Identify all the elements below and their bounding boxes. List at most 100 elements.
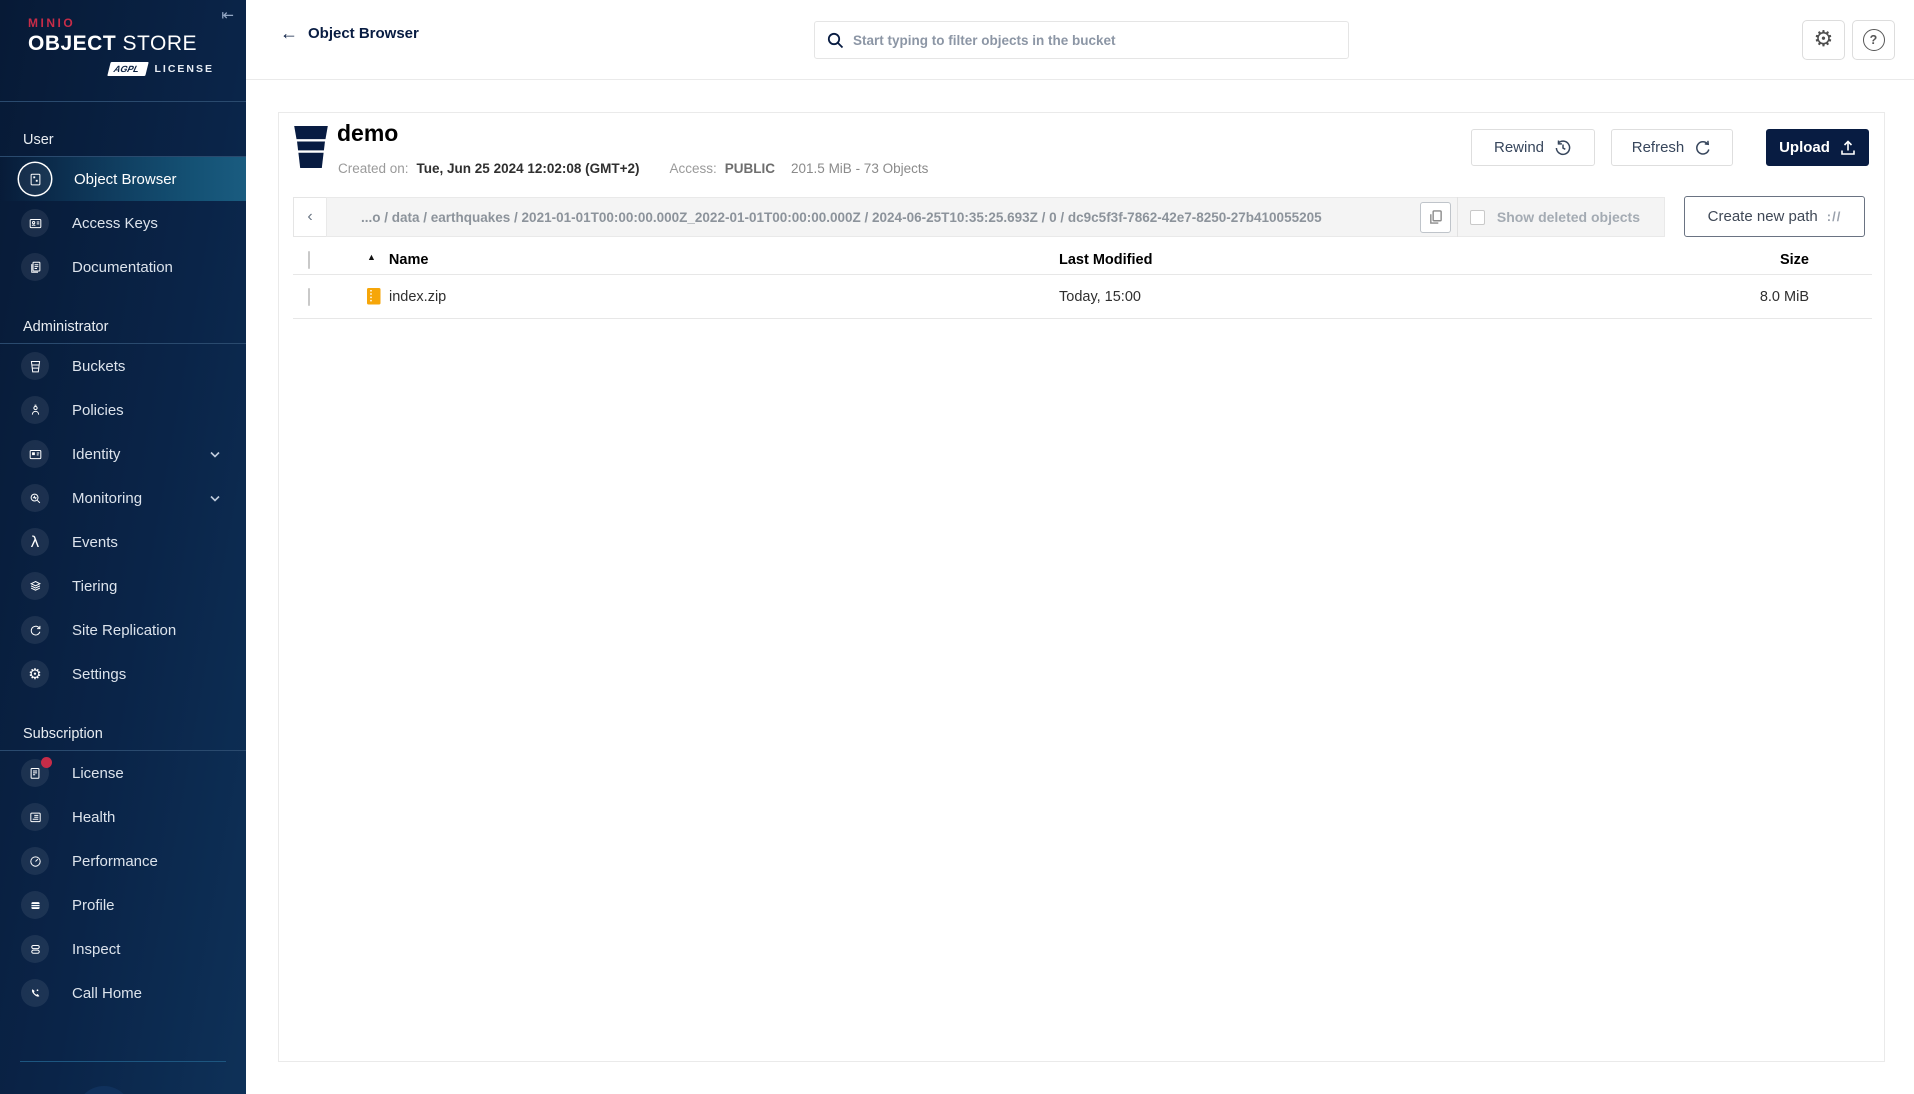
brand-minio: MINIO xyxy=(28,16,76,30)
object-name[interactable]: index.zip xyxy=(389,289,446,305)
create-new-path-button[interactable]: Create new path :// xyxy=(1684,196,1865,237)
sidebar-item-label: Events xyxy=(72,533,118,551)
sidebar-bottom-icon[interactable] xyxy=(76,1086,132,1094)
sidebar-item-access-keys[interactable]: Access Keys xyxy=(0,201,246,245)
chevron-down-icon xyxy=(210,495,220,502)
sidebar-item-documentation[interactable]: Documentation xyxy=(0,245,246,289)
objects-table: ▲ Name Last Modified Size index.zip Toda… xyxy=(293,246,1872,319)
sidebar-item-monitoring[interactable]: Monitoring xyxy=(0,476,246,520)
sidebar-item-object-browser[interactable]: Object Browser xyxy=(0,157,246,201)
sidebar-item-site-replication[interactable]: Site Replication xyxy=(0,608,246,652)
sidebar-item-events[interactable]: λ Events xyxy=(0,520,246,564)
refresh-button[interactable]: Refresh xyxy=(1611,129,1733,166)
sidebar-item-label: License xyxy=(72,764,124,782)
bucket-usage: 201.5 MiB - 73 Objects xyxy=(791,161,929,176)
help-icon: ? xyxy=(1862,29,1885,51)
upload-icon xyxy=(1841,139,1855,155)
breadcrumb: ...o / data / earthquakes / 2021-01-01T0… xyxy=(326,197,1665,237)
gear-icon: ⚙ xyxy=(21,660,49,688)
sidebar-item-settings[interactable]: ⚙ Settings xyxy=(0,652,246,696)
object-browser-icon xyxy=(19,163,51,195)
product-name: OBJECT STORE xyxy=(28,32,197,55)
sidebar-item-health[interactable]: Health xyxy=(0,795,246,839)
sidebar-item-label: Settings xyxy=(72,665,127,683)
sidebar-item-label: Inspect xyxy=(72,940,121,958)
refresh-icon xyxy=(1696,140,1710,155)
back-arrow-icon[interactable]: ← xyxy=(280,23,298,44)
search-icon xyxy=(827,32,844,48)
sidebar-item-performance[interactable]: Performance xyxy=(0,839,246,883)
license-badge: AGPL LICENSE xyxy=(107,62,214,76)
select-all-checkbox[interactable] xyxy=(308,251,310,269)
gear-icon: ⚙ xyxy=(1813,27,1834,52)
buckets-icon xyxy=(21,352,49,380)
sidebar-item-license[interactable]: License xyxy=(0,751,246,795)
bucket-meta: Created on: Tue, Jun 25 2024 12:02:08 (G… xyxy=(338,161,928,176)
created-value: Tue, Jun 25 2024 12:02:08 (GMT+2) xyxy=(416,161,640,176)
section-user: User xyxy=(0,132,246,157)
row-checkbox[interactable] xyxy=(308,287,310,306)
sidebar-item-tiering[interactable]: Tiering xyxy=(0,564,246,608)
sidebar-item-inspect[interactable]: Inspect xyxy=(0,927,246,971)
created-label: Created on: xyxy=(338,161,409,176)
bucket-name: demo xyxy=(337,120,399,146)
access-value[interactable]: PUBLIC xyxy=(725,161,775,176)
minio-logo: MINIO OBJECT STORE AGPL LICENSE xyxy=(0,0,246,102)
topbar: ← Object Browser ⚙ ? xyxy=(246,0,1914,80)
sidebar-item-call-home[interactable]: Call Home xyxy=(0,971,246,1015)
identity-icon xyxy=(21,440,49,468)
table-row[interactable]: index.zip Today, 15:00 8.0 MiB xyxy=(293,275,1872,319)
sidebar-item-profile[interactable]: Profile xyxy=(0,883,246,927)
new-path-icon: :// xyxy=(1826,209,1842,224)
show-deleted-checkbox[interactable] xyxy=(1469,209,1485,225)
bucket-browser-panel: demo Created on: Tue, Jun 25 2024 12:02:… xyxy=(278,112,1885,1062)
sidebar-item-policies[interactable]: Policies xyxy=(0,388,246,432)
access-keys-icon xyxy=(21,209,49,237)
path-back-button[interactable]: ‹ xyxy=(293,197,326,237)
events-icon: λ xyxy=(21,528,49,556)
rewind-button[interactable]: Rewind xyxy=(1471,129,1595,166)
performance-icon xyxy=(21,847,49,875)
license-alert-dot xyxy=(41,757,52,768)
bucket-icon xyxy=(293,126,329,173)
call-home-icon xyxy=(21,979,49,1007)
column-header-name[interactable]: Name xyxy=(389,252,429,268)
column-header-size[interactable]: Size xyxy=(1689,252,1809,268)
license-label: LICENSE xyxy=(154,63,214,75)
access-label: Access: xyxy=(669,161,717,176)
site-replication-icon xyxy=(21,616,49,644)
object-modified: Today, 15:00 xyxy=(1059,288,1141,305)
show-deleted-label: Show deleted objects xyxy=(1496,209,1640,225)
sidebar-item-label: Monitoring xyxy=(72,489,143,507)
sidebar-item-identity[interactable]: Identity xyxy=(0,432,246,476)
sort-asc-icon[interactable]: ▲ xyxy=(367,252,376,262)
copy-icon xyxy=(1429,210,1442,224)
sidebar-divider xyxy=(20,1061,226,1062)
page-title: Object Browser xyxy=(308,25,419,42)
upload-button[interactable]: Upload xyxy=(1766,129,1869,166)
column-header-modified[interactable]: Last Modified xyxy=(1059,252,1689,268)
profile-icon xyxy=(21,891,49,919)
breadcrumb-bar: ‹ ...o / data / earthquakes / 2021-01-01… xyxy=(293,197,1865,237)
sidebar-item-label: Access Keys xyxy=(72,214,158,232)
documentation-icon xyxy=(21,253,49,281)
sidebar-item-label: Call Home xyxy=(72,984,143,1002)
minio-console: ⇤ MINIO OBJECT STORE AGPL LICENSE User O… xyxy=(0,0,1914,1094)
copy-path-button[interactable] xyxy=(1419,201,1451,233)
object-size: 8.0 MiB xyxy=(1759,288,1809,305)
settings-button[interactable]: ⚙ xyxy=(1802,20,1845,60)
tiering-icon xyxy=(21,572,49,600)
sidebar-item-buckets[interactable]: Buckets xyxy=(0,344,246,388)
help-button[interactable]: ? xyxy=(1852,20,1895,60)
current-path[interactable]: ...o / data / earthquakes / 2021-01-01T0… xyxy=(327,210,1420,225)
table-header-row: ▲ Name Last Modified Size xyxy=(293,246,1872,275)
sidebar-item-label: Tiering xyxy=(72,577,118,595)
sidebar-item-label: Policies xyxy=(72,401,124,419)
sidebar: ⇤ MINIO OBJECT STORE AGPL LICENSE User O… xyxy=(0,0,246,1094)
section-administrator: Administrator xyxy=(0,319,246,344)
object-filter-search[interactable] xyxy=(814,21,1349,59)
agpl-badge: AGPL xyxy=(107,62,150,76)
sidebar-item-label: Buckets xyxy=(72,357,126,375)
search-input[interactable] xyxy=(853,32,1348,48)
health-icon xyxy=(21,803,49,831)
